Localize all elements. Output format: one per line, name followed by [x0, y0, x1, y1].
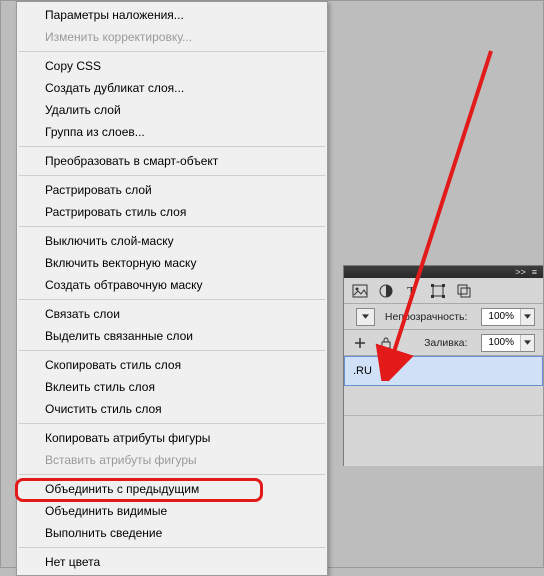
menu-separator	[19, 423, 325, 424]
lock-all-icon[interactable]	[378, 335, 394, 351]
collapse-icon[interactable]: >>	[515, 267, 526, 277]
blend-mode-dropdown[interactable]	[356, 308, 375, 326]
menu-item[interactable]: Преобразовать в смарт-объект	[17, 150, 327, 172]
menu-item[interactable]: Скопировать стиль слоя	[17, 354, 327, 376]
menu-item[interactable]: Объединить с предыдущим	[17, 478, 327, 500]
menu-item[interactable]: Выполнить сведение	[17, 522, 327, 544]
fill-label: Заливка:	[424, 337, 467, 349]
menu-separator	[19, 226, 325, 227]
menu-item[interactable]: Связать слои	[17, 303, 327, 325]
transform-icon[interactable]	[430, 283, 446, 299]
menu-separator	[19, 175, 325, 176]
layer-context-menu: Параметры наложения...Изменить корректир…	[16, 1, 328, 576]
lock-position-icon[interactable]	[352, 335, 368, 351]
image-icon[interactable]	[352, 283, 368, 299]
panel-icon-row: T	[344, 278, 543, 304]
menu-item[interactable]: Растрировать стиль слоя	[17, 201, 327, 223]
menu-item: Вставить атрибуты фигуры	[17, 449, 327, 471]
menu-icon[interactable]: ≡	[532, 267, 537, 277]
panel-tab-strip: >> ≡	[344, 266, 543, 278]
menu-item[interactable]: Выделить связанные слои	[17, 325, 327, 347]
menu-item[interactable]: Очистить стиль слоя	[17, 398, 327, 420]
fill-input[interactable]: 100%	[481, 334, 535, 352]
opacity-label: Непрозрачность:	[385, 311, 468, 323]
menu-item: Изменить корректировку...	[17, 26, 327, 48]
menu-item[interactable]: Параметры наложения...	[17, 4, 327, 26]
menu-item[interactable]: Объединить видимые	[17, 500, 327, 522]
svg-text:T: T	[407, 285, 416, 299]
menu-item[interactable]: Копировать атрибуты фигуры	[17, 427, 327, 449]
menu-item[interactable]: Copy CSS	[17, 55, 327, 77]
menu-item[interactable]: Нет цвета	[17, 551, 327, 573]
menu-separator	[19, 146, 325, 147]
menu-item[interactable]: Группа из слоев...	[17, 121, 327, 143]
menu-item[interactable]: Включить векторную маску	[17, 252, 327, 274]
text-tool-icon[interactable]: T	[404, 283, 420, 299]
adjust-icon[interactable]	[378, 283, 394, 299]
menu-item[interactable]: Создать дубликат слоя...	[17, 77, 327, 99]
layer-item[interactable]: .RU	[344, 356, 543, 386]
smart-object-icon[interactable]	[456, 283, 472, 299]
menu-separator	[19, 547, 325, 548]
menu-item[interactable]: Создать обтравочную маску	[17, 274, 327, 296]
layer-list: .RU	[344, 356, 543, 466]
layer-name: .RU	[353, 365, 372, 377]
menu-item[interactable]: Удалить слой	[17, 99, 327, 121]
menu-item[interactable]: Выключить слой-маску	[17, 230, 327, 252]
menu-separator	[19, 350, 325, 351]
opacity-input[interactable]: 100%	[481, 308, 535, 326]
layer-item[interactable]	[344, 386, 543, 416]
menu-item[interactable]: Вклеить стиль слоя	[17, 376, 327, 398]
menu-separator	[19, 474, 325, 475]
fill-row: Заливка: 100%	[344, 330, 543, 356]
menu-separator	[19, 299, 325, 300]
menu-separator	[19, 51, 325, 52]
menu-item[interactable]: Растрировать слой	[17, 179, 327, 201]
opacity-row: Непрозрачность: 100%	[344, 304, 543, 330]
layers-panel: >> ≡ T Непрозрачность: 100% Заливка: 100…	[343, 265, 543, 466]
